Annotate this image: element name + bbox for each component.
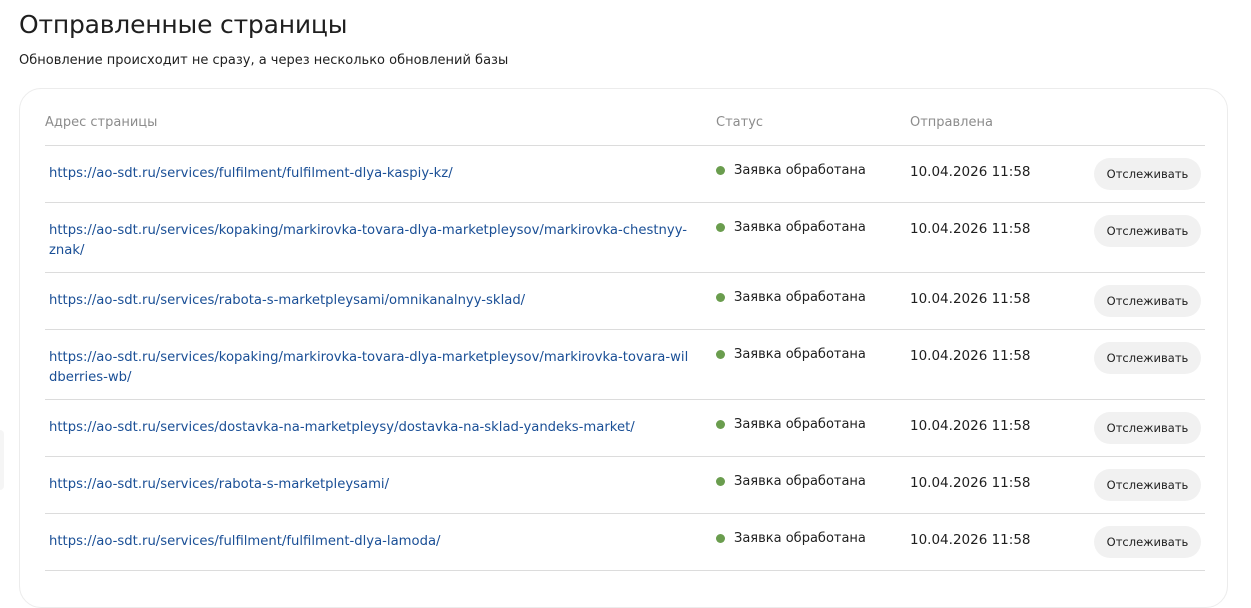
- table-row: https://ao-sdt.ru/services/dostavka-na-m…: [45, 400, 1205, 457]
- page-subtitle: Обновление происходит не сразу, а через …: [19, 53, 509, 68]
- track-button[interactable]: Отслеживать: [1094, 342, 1201, 374]
- status-dot-icon: [716, 293, 725, 302]
- status-label: Заявка обработана: [734, 347, 866, 362]
- page-url-link[interactable]: https://ao-sdt.ru/services/kopaking/mark…: [49, 348, 689, 388]
- status-label: Заявка обработана: [734, 474, 866, 489]
- page-url-link[interactable]: https://ao-sdt.ru/services/fulfilment/fu…: [49, 164, 689, 184]
- table-row: https://ao-sdt.ru/services/rabota-s-mark…: [45, 457, 1205, 514]
- page-url-link[interactable]: https://ao-sdt.ru/services/dostavka-na-m…: [49, 418, 689, 438]
- sent-date: 10.04.2026 11:58: [910, 475, 1031, 491]
- status-cell: Заявка обработана: [716, 531, 866, 546]
- sent-date: 10.04.2026 11:58: [910, 291, 1031, 307]
- table-row: https://ao-sdt.ru/services/fulfilment/fu…: [45, 514, 1205, 571]
- column-header-url: Адрес страницы: [45, 115, 158, 130]
- status-cell: Заявка обработана: [716, 417, 866, 432]
- track-button[interactable]: Отслеживать: [1094, 158, 1201, 190]
- table-row: https://ao-sdt.ru/services/fulfilment/fu…: [45, 146, 1205, 203]
- status-label: Заявка обработана: [734, 417, 866, 432]
- track-button[interactable]: Отслеживать: [1094, 215, 1201, 247]
- sent-date: 10.04.2026 11:58: [910, 532, 1031, 548]
- sent-date: 10.04.2026 11:58: [910, 348, 1031, 364]
- table-row: https://ao-sdt.ru/services/kopaking/mark…: [45, 203, 1205, 273]
- status-dot-icon: [716, 534, 725, 543]
- track-button[interactable]: Отслеживать: [1094, 285, 1201, 317]
- column-header-sent: Отправлена: [910, 115, 993, 130]
- status-cell: Заявка обработана: [716, 474, 866, 489]
- sent-date: 10.04.2026 11:58: [910, 164, 1031, 180]
- page-url-link[interactable]: https://ao-sdt.ru/services/rabota-s-mark…: [49, 475, 689, 495]
- status-cell: Заявка обработана: [716, 220, 866, 235]
- track-button[interactable]: Отслеживать: [1094, 526, 1201, 558]
- status-dot-icon: [716, 477, 725, 486]
- status-label: Заявка обработана: [734, 531, 866, 546]
- table-body: https://ao-sdt.ru/services/fulfilment/fu…: [45, 146, 1205, 571]
- status-dot-icon: [716, 223, 725, 232]
- sent-date: 10.04.2026 11:58: [910, 418, 1031, 434]
- column-header-status: Статус: [716, 115, 764, 130]
- sent-date: 10.04.2026 11:58: [910, 221, 1031, 237]
- status-cell: Заявка обработана: [716, 290, 866, 305]
- status-cell: Заявка обработана: [716, 163, 866, 178]
- status-dot-icon: [716, 420, 725, 429]
- table-row: https://ao-sdt.ru/services/kopaking/mark…: [45, 330, 1205, 400]
- page-url-link[interactable]: https://ao-sdt.ru/services/fulfilment/fu…: [49, 532, 689, 552]
- table-row: https://ao-sdt.ru/services/rabota-s-mark…: [45, 273, 1205, 330]
- status-label: Заявка обработана: [734, 220, 866, 235]
- table-header: Адрес страницы Статус Отправлена: [45, 113, 1205, 146]
- status-dot-icon: [716, 166, 725, 175]
- status-cell: Заявка обработана: [716, 347, 866, 362]
- track-button[interactable]: Отслеживать: [1094, 469, 1201, 501]
- page-title: Отправленные страницы: [19, 10, 348, 39]
- page-url-link[interactable]: https://ao-sdt.ru/services/kopaking/mark…: [49, 221, 689, 261]
- page-url-link[interactable]: https://ao-sdt.ru/services/rabota-s-mark…: [49, 291, 689, 311]
- side-panel-edge: [0, 430, 4, 490]
- sent-pages-table: Адрес страницы Статус Отправлена https:/…: [19, 88, 1228, 608]
- track-button[interactable]: Отслеживать: [1094, 412, 1201, 444]
- status-dot-icon: [716, 350, 725, 359]
- status-label: Заявка обработана: [734, 290, 866, 305]
- status-label: Заявка обработана: [734, 163, 866, 178]
